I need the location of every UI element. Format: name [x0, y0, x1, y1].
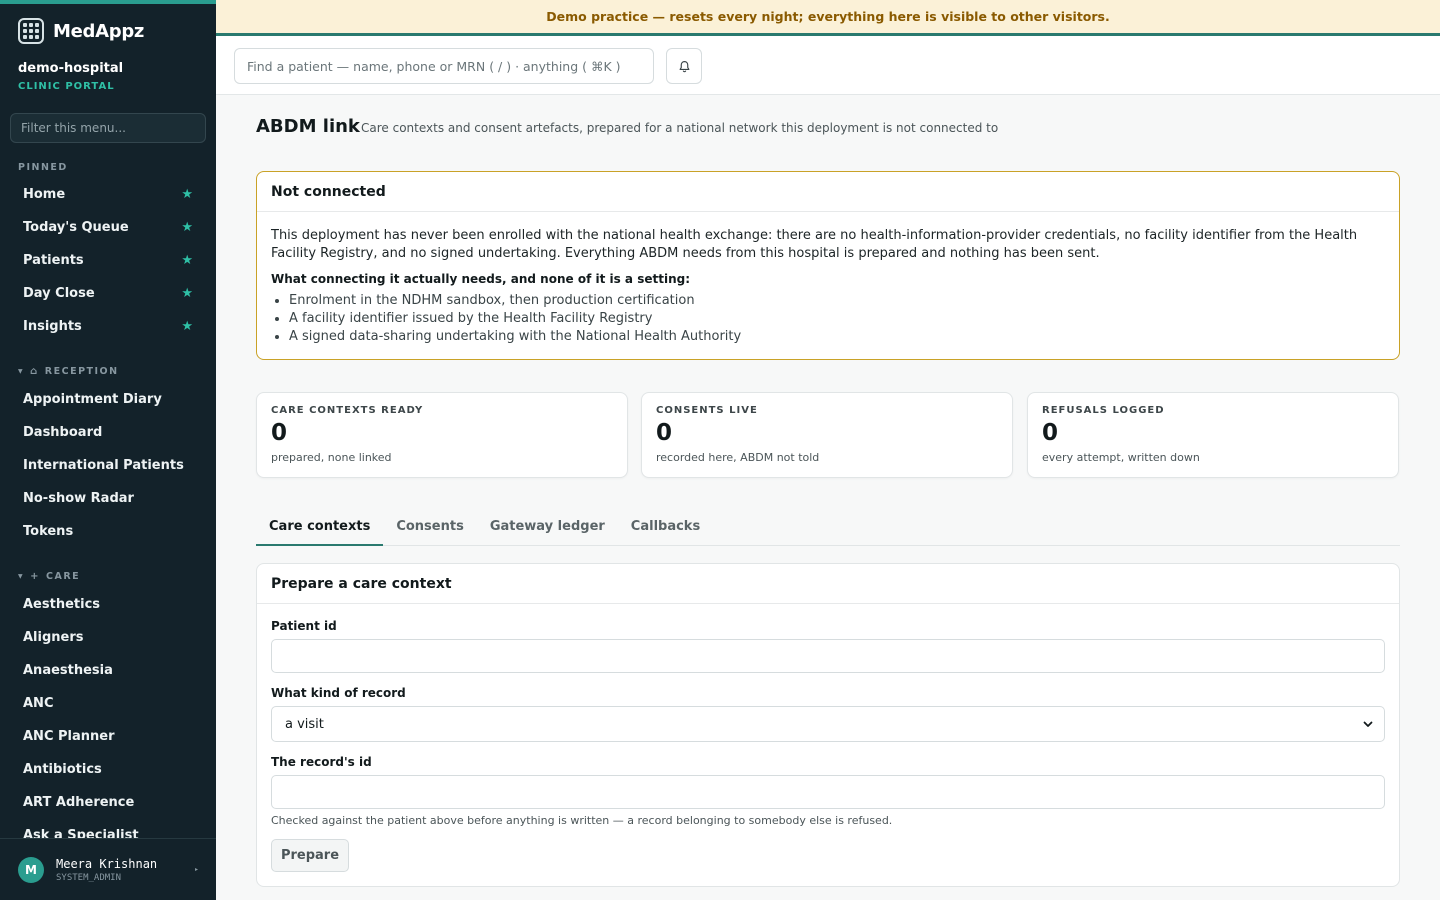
list-item: A facility identifier issued by the Heal… [289, 310, 1385, 328]
avatar: M [18, 856, 44, 883]
page-title: ABDM link [256, 116, 360, 137]
sidebar-item-home[interactable]: Home ★ [10, 180, 206, 208]
list-item: A signed data-sharing undertaking with t… [289, 328, 1385, 346]
stat-sub: prepared, none linked [271, 451, 392, 464]
plus-icon: + [30, 571, 41, 582]
record-id-label: The record's id [271, 755, 372, 769]
sidebar-item-insights[interactable]: Insights ★ [10, 312, 206, 340]
section-label-reception[interactable]: ▼ ⌂ RECEPTION [18, 366, 119, 377]
user-name: Meera Krishnan [56, 856, 158, 871]
bell-icon [679, 60, 689, 72]
brand-name: MedAppz [53, 20, 145, 42]
stat-value: 0 [1042, 420, 1059, 446]
user-menu[interactable]: M Meera Krishnan SYSTEM_ADMIN ▸ [0, 838, 216, 900]
tab-callbacks[interactable]: Callbacks [618, 512, 713, 546]
notice-body: This deployment has never been enrolled … [271, 228, 1358, 261]
star-icon[interactable]: ★ [181, 187, 193, 202]
section-label-care[interactable]: ▼ + CARE [18, 571, 80, 582]
patient-id-input[interactable] [271, 639, 1385, 673]
sidebar-item-anc[interactable]: ANC [10, 689, 206, 717]
sidebar-item-aligners[interactable]: Aligners [10, 623, 206, 651]
record-id-hint: Checked against the patient above before… [271, 814, 893, 827]
sidebar-item-dashboard[interactable]: Dashboard [10, 418, 206, 446]
record-kind-select[interactable]: a visit [271, 706, 1385, 742]
stat-card-consents: CONSENTS LIVE 0 recorded here, ABDM not … [641, 392, 1013, 478]
star-icon[interactable]: ★ [181, 253, 193, 268]
menu-filter-input[interactable] [10, 113, 206, 143]
sidebar-item-appointment-diary[interactable]: Appointment Diary [10, 385, 206, 413]
sidebar: MedAppz demo-hospital CLINIC PORTAL PINN… [0, 0, 216, 900]
app-grid-icon [18, 18, 44, 44]
not-connected-notice: Not connected This deployment has never … [256, 171, 1400, 360]
tab-gateway-ledger[interactable]: Gateway ledger [477, 512, 618, 546]
sidebar-item-aesthetics[interactable]: Aesthetics [10, 590, 206, 618]
sidebar-item-anaesthesia[interactable]: Anaesthesia [10, 656, 206, 684]
sidebar-item-patients[interactable]: Patients ★ [10, 246, 206, 274]
org-subtitle: CLINIC PORTAL [18, 81, 115, 92]
section-label-pinned: PINNED [18, 162, 68, 173]
tab-bar: Care contexts Consents Gateway ledger Ca… [256, 512, 1400, 546]
sidebar-item-international-patients[interactable]: International Patients [10, 451, 206, 479]
tab-consents[interactable]: Consents [383, 512, 477, 546]
patient-id-label: Patient id [271, 619, 337, 633]
record-kind-value: a visit [285, 716, 324, 732]
prepare-button[interactable]: Prepare [271, 839, 349, 872]
sidebar-item-no-show-radar[interactable]: No-show Radar [10, 484, 206, 512]
patient-search-input[interactable] [234, 48, 654, 84]
stat-sub: every attempt, written down [1042, 451, 1200, 464]
record-kind-label: What kind of record [271, 686, 406, 700]
chevron-down-icon [1363, 721, 1373, 727]
star-icon[interactable]: ★ [181, 319, 193, 334]
sidebar-accent-line [0, 0, 216, 4]
brand[interactable]: MedAppz [18, 18, 144, 44]
notice-title: Not connected [257, 172, 1399, 212]
building-icon: ⌂ [30, 366, 39, 377]
star-icon[interactable]: ★ [181, 286, 193, 301]
sidebar-item-tokens[interactable]: Tokens [10, 517, 206, 545]
sidebar-item-art-adherence[interactable]: ART Adherence [10, 788, 206, 816]
org-name: demo-hospital [18, 61, 124, 76]
form-title: Prepare a care context [257, 564, 1399, 604]
stat-label: REFUSALS LOGGED [1042, 405, 1165, 416]
notice-needs-label: What connecting it actually needs, and n… [271, 272, 691, 286]
stat-value: 0 [271, 420, 288, 446]
stat-card-refusals: REFUSALS LOGGED 0 every attempt, written… [1027, 392, 1399, 478]
record-id-input[interactable] [271, 775, 1385, 809]
stat-card-care-contexts: CARE CONTEXTS READY 0 prepared, none lin… [256, 392, 628, 478]
stat-label: CARE CONTEXTS READY [271, 405, 424, 416]
caret-icon: ▸ [194, 866, 198, 873]
demo-banner: Demo practice — resets every night; ever… [216, 0, 1440, 36]
stat-label: CONSENTS LIVE [656, 405, 758, 416]
list-item: Enrolment in the NDHM sandbox, then prod… [289, 292, 1385, 310]
caret-down-icon: ▼ [18, 573, 25, 580]
stat-value: 0 [656, 420, 673, 446]
sidebar-item-anc-planner[interactable]: ANC Planner [10, 722, 206, 750]
stat-sub: recorded here, ABDM not told [656, 451, 820, 464]
tab-care-contexts[interactable]: Care contexts [256, 512, 384, 546]
sidebar-item-day-close[interactable]: Day Close ★ [10, 279, 206, 307]
sidebar-item-todays-queue[interactable]: Today's Queue ★ [10, 213, 206, 241]
star-icon[interactable]: ★ [181, 220, 193, 235]
page-subtitle: Care contexts and consent artefacts, pre… [361, 121, 999, 135]
notifications-button[interactable] [666, 48, 702, 84]
user-role: SYSTEM_ADMIN [56, 872, 122, 883]
caret-down-icon: ▼ [18, 368, 25, 375]
notice-needs-list: Enrolment in the NDHM sandbox, then prod… [271, 292, 1385, 346]
sidebar-item-antibiotics[interactable]: Antibiotics [10, 755, 206, 783]
prepare-care-context-form: Prepare a care context Patient id What k… [256, 563, 1400, 887]
topbar [216, 36, 1440, 95]
